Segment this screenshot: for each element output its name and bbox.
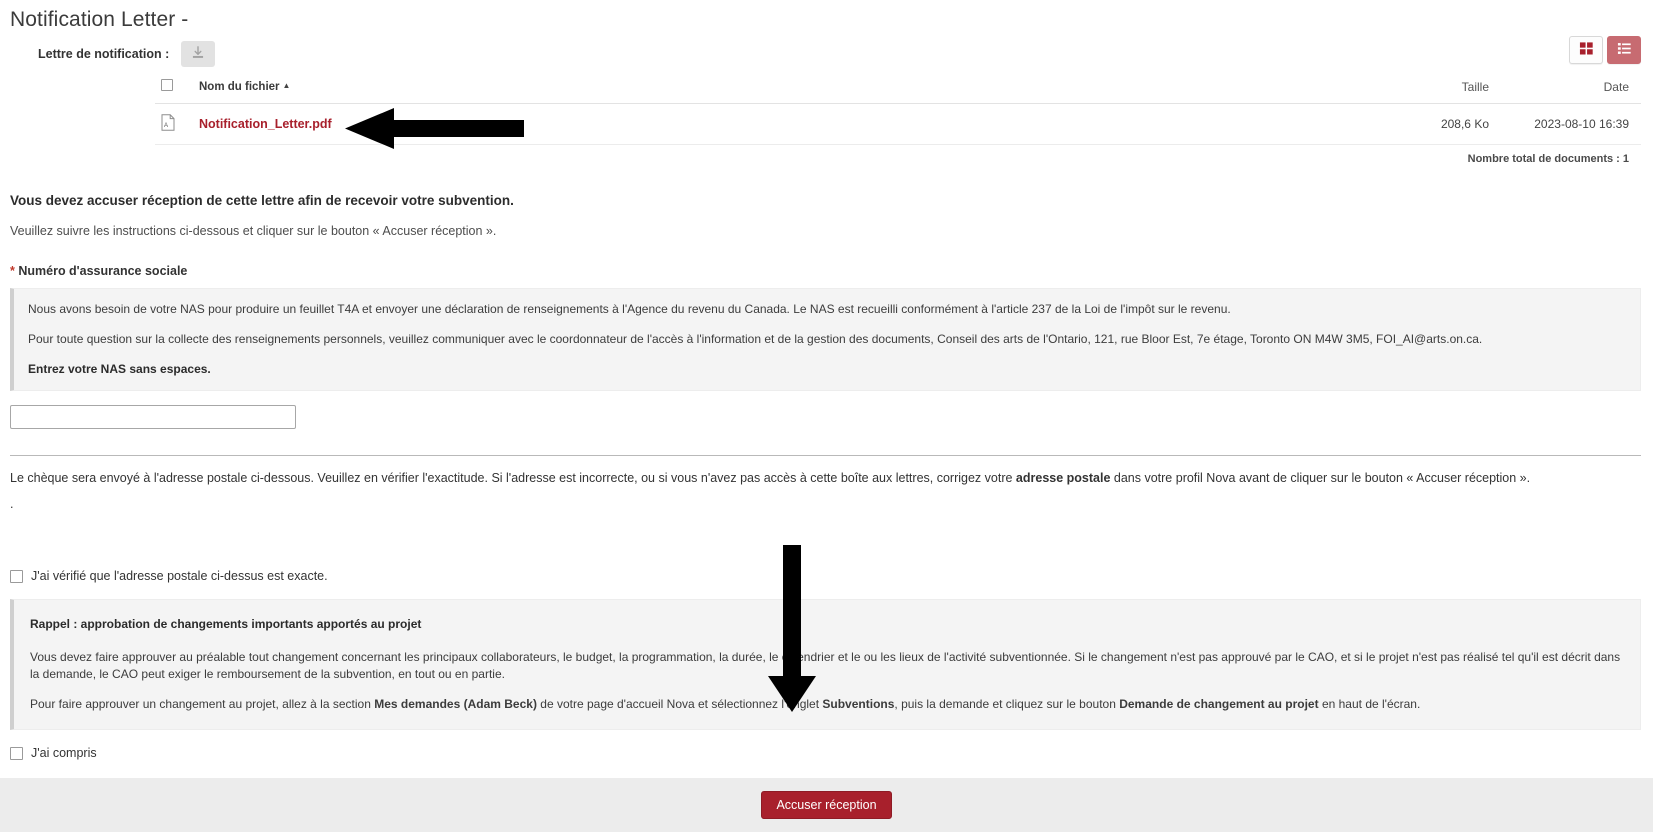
mailing-address-text-1: Le chèque sera envoyé à l'adresse postal… bbox=[10, 470, 1016, 485]
documents-table: Nom du fichier ▲ Taille Date A Notificat… bbox=[155, 67, 1641, 145]
reminder-p2-bold-1: Mes demandes (Adam Beck) bbox=[374, 697, 537, 712]
sin-info-box: Nous avons besoin de votre NAS pour prod… bbox=[10, 288, 1641, 391]
download-icon bbox=[191, 45, 205, 63]
row-date-cell: 2023-08-10 16:39 bbox=[1495, 103, 1641, 145]
acknowledgement-heading: Vous devez accuser réception de cette le… bbox=[10, 193, 514, 208]
reminder-p2-bold-3: Demande de changement au projet bbox=[1119, 697, 1319, 712]
understood-label: J'ai compris bbox=[31, 746, 97, 761]
mailing-address-paragraph: Le chèque sera envoyé à l'adresse postal… bbox=[10, 470, 1641, 488]
view-toggle-group[interactable] bbox=[1569, 36, 1641, 64]
svg-text:A: A bbox=[164, 123, 168, 129]
column-header-filename[interactable]: Nom du fichier ▲ bbox=[193, 67, 1393, 104]
list-view-icon bbox=[1617, 41, 1632, 59]
column-header-date[interactable]: Date bbox=[1495, 67, 1641, 104]
understood-row[interactable]: J'ai compris bbox=[10, 746, 1641, 760]
acknowledgement-subnote: Veuillez suivre les instructions ci-dess… bbox=[10, 224, 497, 238]
file-link[interactable]: Notification_Letter.pdf bbox=[199, 117, 332, 131]
reminder-title: Rappel : approbation de changements impo… bbox=[30, 617, 422, 632]
sin-info-paragraph-2: Pour toute question sur la collecte des … bbox=[28, 332, 1483, 347]
reminder-paragraph-2: Pour faire approuver un changement au pr… bbox=[30, 696, 1624, 713]
list-view-button[interactable] bbox=[1607, 36, 1641, 64]
reminder-p2-text-4: en haut de l'écran. bbox=[1318, 697, 1421, 712]
document-toolbar: Lettre de notification : bbox=[0, 32, 1653, 67]
address-value: . bbox=[10, 497, 14, 512]
understood-checkbox[interactable] bbox=[10, 746, 23, 760]
reminder-p2-text-2: de votre page d'accueil Nova et sélectio… bbox=[536, 697, 823, 712]
select-all-header bbox=[155, 67, 193, 104]
footer-action-bar: Accuser réception bbox=[0, 778, 1653, 832]
confirm-address-label: J'ai vérifié que l'adresse postale ci-de… bbox=[31, 569, 328, 584]
download-button[interactable] bbox=[181, 41, 216, 67]
total-documents-count: Nombre total de documents : 1 bbox=[1467, 153, 1629, 165]
reminder-p2-text-1: Pour faire approuver un changement au pr… bbox=[30, 697, 375, 712]
document-label: Lettre de notification : bbox=[38, 47, 170, 61]
sin-field-label-text: Numéro d'assurance sociale bbox=[14, 264, 188, 278]
section-divider bbox=[10, 454, 1641, 456]
reminder-paragraph-1: Vous devez faire approuver au préalable … bbox=[30, 649, 1621, 681]
row-file-icon-cell: A bbox=[155, 103, 193, 145]
mailing-address-text-2: dans votre profil Nova avant de cliquer … bbox=[1110, 470, 1531, 485]
mailing-address-bold: adresse postale bbox=[1015, 470, 1111, 485]
table-header-row: Nom du fichier ▲ Taille Date bbox=[155, 67, 1641, 104]
pdf-file-icon: A bbox=[161, 114, 175, 131]
column-header-size[interactable]: Taille bbox=[1393, 67, 1495, 104]
project-change-reminder-box: Rappel : approbation de changements impo… bbox=[10, 599, 1641, 731]
file-list-area: Nom du fichier ▲ Taille Date A Notificat… bbox=[0, 67, 1653, 165]
confirm-address-checkbox[interactable] bbox=[10, 569, 23, 583]
grid-view-icon bbox=[1579, 41, 1594, 59]
table-row[interactable]: A Notification_Letter.pdf 208,6 Ko 2023-… bbox=[155, 103, 1641, 145]
select-all-checkbox[interactable] bbox=[161, 79, 173, 91]
sort-ascending-icon: ▲ bbox=[282, 80, 291, 90]
confirm-address-row[interactable]: J'ai vérifié que l'adresse postale ci-de… bbox=[10, 569, 1641, 583]
sin-field-label: * Numéro d'assurance sociale bbox=[10, 264, 1641, 278]
row-size-cell: 208,6 Ko bbox=[1393, 103, 1495, 145]
acknowledge-receipt-button[interactable]: Accuser réception bbox=[761, 791, 892, 820]
grid-view-button[interactable] bbox=[1569, 36, 1603, 64]
reminder-p2-bold-2: Subventions bbox=[822, 697, 895, 712]
main-content: Vous devez accuser réception de cette le… bbox=[0, 193, 1653, 760]
reminder-p2-text-3: , puis la demande et cliquez sur le bout… bbox=[894, 697, 1120, 712]
sin-info-paragraph-1: Nous avons besoin de votre NAS pour prod… bbox=[28, 302, 1231, 316]
sin-input[interactable] bbox=[10, 404, 296, 429]
column-header-filename-label: Nom du fichier bbox=[199, 80, 280, 93]
page-title: Notification Letter - bbox=[10, 8, 189, 31]
row-filename-cell: Notification_Letter.pdf bbox=[193, 103, 1393, 145]
sin-info-paragraph-3: Entrez votre NAS sans espaces. bbox=[28, 362, 211, 377]
